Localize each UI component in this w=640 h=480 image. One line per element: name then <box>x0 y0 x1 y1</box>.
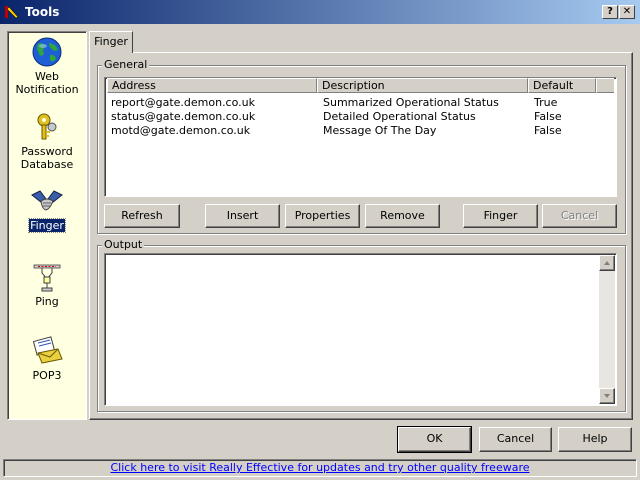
cell-address: status@gate.demon.co.uk <box>111 110 256 123</box>
sidebar-label-web-2: Notification <box>15 83 79 96</box>
sidebar-label-password-1: Password <box>21 145 73 158</box>
insert-button[interactable]: Insert <box>205 204 280 228</box>
sidebar-label-finger: Finger <box>28 218 66 233</box>
help-title-button[interactable]: ? <box>602 5 618 19</box>
cell-default: False <box>534 110 562 123</box>
scroll-up-button[interactable] <box>599 255 615 271</box>
column-header-address[interactable]: Address <box>107 78 317 93</box>
network-icon <box>33 264 61 292</box>
cell-default: True <box>534 96 558 109</box>
help-button[interactable]: Help <box>558 427 632 452</box>
address-list[interactable]: Address Description Default report@gate.… <box>104 77 617 197</box>
arrow-down-icon <box>604 394 610 398</box>
close-title-button[interactable]: ✕ <box>619 5 635 19</box>
output-scrollbar[interactable] <box>599 255 615 404</box>
arrow-up-icon <box>604 261 610 265</box>
cell-default: False <box>534 124 562 137</box>
output-group-label: Output <box>102 238 145 251</box>
refresh-button[interactable]: Refresh <box>104 204 180 228</box>
window-title: Tools <box>25 5 60 19</box>
handshake-icon <box>31 190 63 211</box>
cell-address: report@gate.demon.co.uk <box>111 96 255 109</box>
cancel-finger-button: Cancel <box>542 204 617 228</box>
keys-icon <box>37 113 57 140</box>
properties-button[interactable]: Properties <box>285 204 360 228</box>
column-header-default[interactable]: Default <box>528 78 596 93</box>
website-link[interactable]: Click here to visit Really Effective for… <box>0 461 640 474</box>
mail-icon <box>32 336 63 364</box>
cell-description: Summarized Operational Status <box>323 96 499 109</box>
finger-button[interactable]: Finger <box>463 204 538 228</box>
sidebar-label-password-2: Database <box>20 158 74 171</box>
sidebar-label-ping: Ping <box>35 295 59 308</box>
table-row[interactable]: motd@gate.demon.co.uk Message Of The Day… <box>107 124 614 138</box>
sidebar-item-finger[interactable]: Finger <box>8 185 86 233</box>
table-row[interactable]: report@gate.demon.co.uk Summarized Opera… <box>107 96 614 110</box>
remove-button[interactable]: Remove <box>365 204 440 228</box>
sidebar-item-web-notification[interactable]: Web Notification <box>8 36 86 96</box>
sidebar-label-web-1: Web <box>35 70 59 83</box>
general-group-label: General <box>102 58 150 71</box>
output-textarea[interactable] <box>104 253 617 406</box>
tool-sidebar: Web Notification Password Database Finge… <box>7 31 87 420</box>
cell-description: Detailed Operational Status <box>323 110 476 123</box>
scroll-down-button[interactable] <box>599 388 615 404</box>
tab-finger-label: Finger <box>94 35 128 48</box>
column-header-filler <box>596 78 614 93</box>
title-bar[interactable]: Tools ? ✕ <box>0 0 640 24</box>
tab-finger[interactable]: Finger <box>89 31 133 53</box>
cell-description: Message Of The Day <box>323 124 437 137</box>
sidebar-item-password-database[interactable]: Password Database <box>8 111 86 171</box>
table-row[interactable]: status@gate.demon.co.uk Detailed Operati… <box>107 110 614 124</box>
cancel-button[interactable]: Cancel <box>479 427 552 452</box>
app-icon <box>5 6 19 19</box>
sidebar-item-pop3[interactable]: POP3 <box>8 335 86 382</box>
cell-address: motd@gate.demon.co.uk <box>111 124 251 137</box>
sidebar-label-pop3: POP3 <box>32 369 62 382</box>
sidebar-item-ping[interactable]: Ping <box>8 261 86 308</box>
ok-button[interactable]: OK <box>397 426 472 453</box>
globe-icon <box>32 37 62 67</box>
column-header-description[interactable]: Description <box>317 78 528 93</box>
